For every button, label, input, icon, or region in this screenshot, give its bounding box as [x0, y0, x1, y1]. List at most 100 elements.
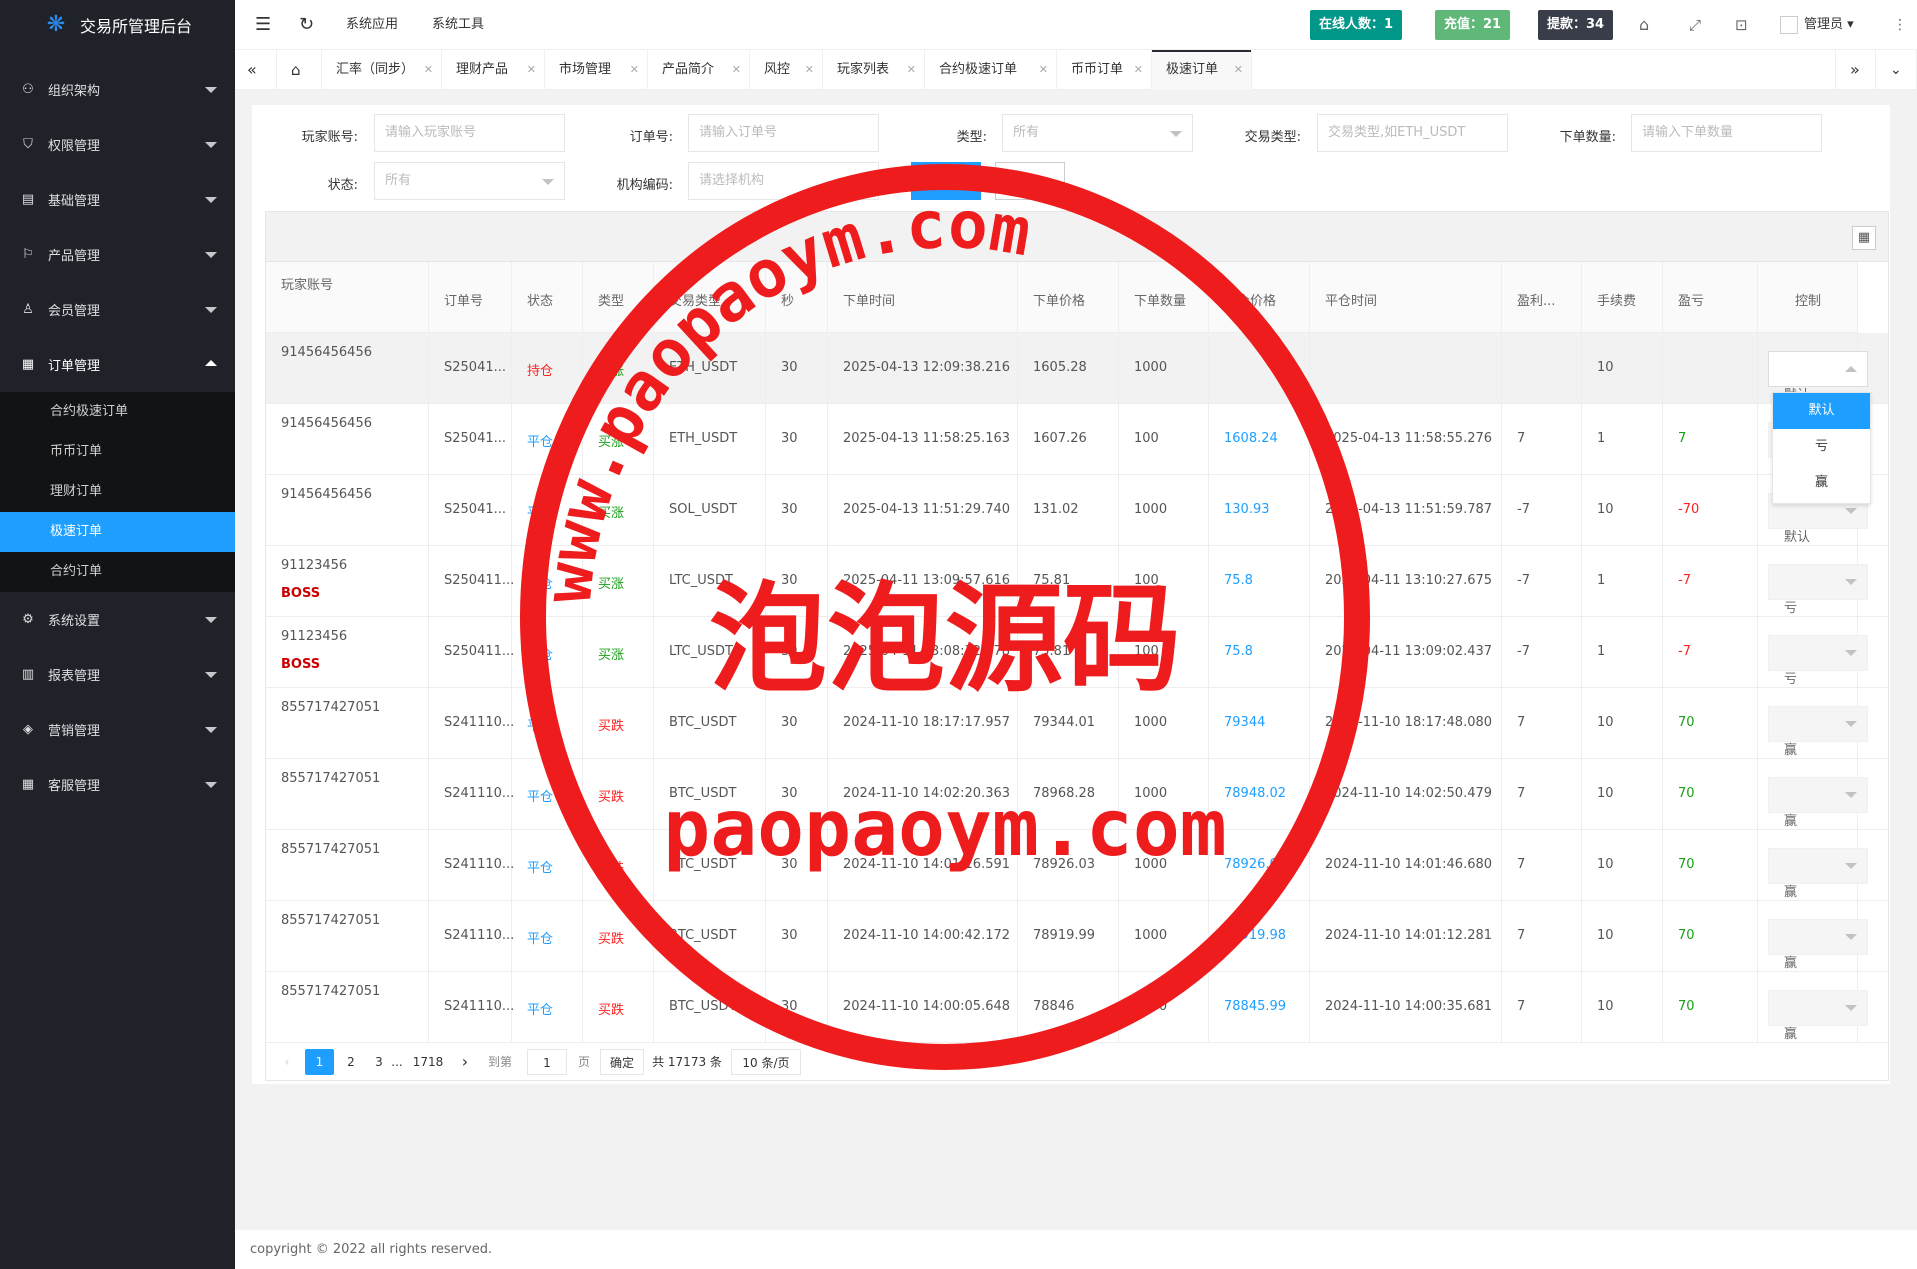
page-confirm-button[interactable]: 确定: [600, 1049, 644, 1075]
sidebar-item-product[interactable]: ⚐ 产品管理: [0, 227, 235, 282]
withdraw-badge[interactable]: 提款：34: [1538, 10, 1614, 40]
submenu-finance-order[interactable]: 理财订单: [0, 472, 235, 512]
control-select[interactable]: 亏: [1768, 635, 1868, 687]
column-header[interactable]: 玩家账号: [266, 262, 429, 333]
column-header[interactable]: 平仓时间: [1310, 262, 1502, 333]
tag-icon[interactable]: ⌂: [1639, 0, 1649, 50]
column-header[interactable]: 盈利...: [1502, 262, 1582, 333]
sidebar-item-order[interactable]: ▦ 订单管理: [0, 337, 235, 392]
close-icon[interactable]: ✕: [1234, 50, 1243, 90]
org-select[interactable]: 请选择机构: [688, 162, 879, 200]
menu-toggle-icon[interactable]: ☰: [255, 0, 271, 50]
table-row[interactable]: 855717427051 S241110... 平仓 买跌 BTC_USDT 30 2024…: [266, 759, 1888, 830]
column-header[interactable]: 手续费: [1582, 262, 1663, 333]
close-icon[interactable]: ✕: [424, 50, 433, 90]
tab-players[interactable]: 玩家列表 ✕: [823, 50, 925, 90]
control-select[interactable]: 赢: [1768, 848, 1868, 900]
tabs-menu-icon[interactable]: ⌄: [1876, 50, 1917, 90]
column-header[interactable]: 盈亏: [1663, 262, 1758, 333]
sidebar-item-base[interactable]: ▤ 基础管理: [0, 172, 235, 227]
close-icon[interactable]: ✕: [527, 50, 536, 90]
control-select[interactable]: 赢: [1768, 919, 1868, 971]
trade-type-input[interactable]: 交易类型,如ETH_USDT: [1317, 114, 1508, 152]
tab-risk[interactable]: 风控 ✕: [750, 50, 823, 90]
control-select[interactable]: 赢: [1768, 777, 1868, 829]
type-select[interactable]: 所有: [1002, 114, 1193, 152]
nav-system-tools[interactable]: 系统工具: [432, 0, 484, 50]
table-row[interactable]: 855717427051 S241110... 平仓 买跌 BTC_USDT 30 2024…: [266, 688, 1888, 759]
close-icon[interactable]: ✕: [1039, 50, 1048, 90]
lock-icon[interactable]: ⊡: [1735, 0, 1748, 50]
column-header[interactable]: 秒: [766, 262, 828, 333]
table-row[interactable]: 855717427051 S241110... 平仓 买跌 BTC_USDT 30 2024…: [266, 830, 1888, 901]
page-1[interactable]: 1: [305, 1049, 334, 1075]
status-select[interactable]: 所有: [374, 162, 565, 200]
more-icon[interactable]: ⋮: [1893, 0, 1907, 50]
table-row[interactable]: 91456456456 S25041... 持仓 买涨 ETH_USDT 30 2025-0…: [266, 333, 1888, 404]
control-select[interactable]: 赢: [1768, 990, 1868, 1042]
column-header[interactable]: 订单号: [429, 262, 512, 333]
sidebar-item-service[interactable]: ▦ 客服管理: [0, 757, 235, 812]
table-row[interactable]: 91123456 BOSS S250411... 平仓 买涨 LTC_USDT 30 2025…: [266, 546, 1888, 617]
sidebar-item-settings[interactable]: ⚙ 系统设置: [0, 592, 235, 647]
page-last[interactable]: 1718: [408, 1049, 448, 1075]
search-button[interactable]: [911, 162, 981, 200]
close-icon[interactable]: ✕: [732, 50, 741, 90]
fullscreen-icon[interactable]: ⤢: [1689, 0, 1701, 50]
column-header[interactable]: 交易类型: [654, 262, 766, 333]
reset-button[interactable]: [995, 162, 1065, 200]
sidebar-item-report[interactable]: ▥ 报表管理: [0, 647, 235, 702]
tabs-scroll-left-icon[interactable]: «: [235, 50, 277, 90]
qty-input[interactable]: 请输入下单数量: [1631, 114, 1822, 152]
close-icon[interactable]: ✕: [907, 50, 916, 90]
tab-coin-order[interactable]: 币币订单 ✕: [1057, 50, 1152, 90]
page-input[interactable]: 1: [527, 1049, 567, 1075]
submenu-contract-order[interactable]: 合约订单: [0, 552, 235, 592]
tabs-scroll-right-icon[interactable]: »: [1835, 50, 1876, 90]
column-header[interactable]: 下单价格: [1018, 262, 1119, 333]
tab-product-intro[interactable]: 产品简介 ✕: [648, 50, 750, 90]
order-input[interactable]: 请输入订单号: [688, 114, 879, 152]
option-default[interactable]: 默认: [1773, 393, 1870, 429]
prev-page-icon[interactable]: ‹: [277, 1049, 297, 1075]
sidebar-item-permission[interactable]: ⛉ 权限管理: [0, 117, 235, 172]
submenu-fast-order[interactable]: 极速订单: [0, 512, 235, 552]
tab-fast-order[interactable]: 极速订单 ✕: [1152, 50, 1252, 90]
online-count-badge[interactable]: 在线人数：1: [1310, 10, 1403, 40]
column-header[interactable]: 平仓价格: [1209, 262, 1310, 333]
tab-rate[interactable]: 汇率（同步） ✕: [322, 50, 442, 90]
column-header[interactable]: 控制: [1758, 262, 1858, 333]
column-header[interactable]: 下单数量: [1119, 262, 1209, 333]
column-header[interactable]: 状态: [512, 262, 583, 333]
column-header[interactable]: 类型: [583, 262, 654, 333]
refresh-icon[interactable]: ↻: [299, 0, 314, 50]
close-icon[interactable]: ✕: [1134, 50, 1143, 90]
tab-market[interactable]: 市场管理 ✕: [545, 50, 648, 90]
table-row[interactable]: 91123456 BOSS S250411... 平仓 买涨 LTC_USDT 30 2025…: [266, 617, 1888, 688]
sidebar-item-marketing[interactable]: ◈ 营销管理: [0, 702, 235, 757]
close-icon[interactable]: ✕: [630, 50, 639, 90]
player-input[interactable]: 请输入玩家账号: [374, 114, 565, 152]
per-page-select[interactable]: 10 条/页: [731, 1049, 801, 1075]
tab-finance-product[interactable]: 理财产品 ✕: [442, 50, 545, 90]
recharge-badge[interactable]: 充值：21: [1435, 10, 1511, 40]
user-menu[interactable]: 管理员 ▾: [1780, 0, 1854, 50]
option-lose[interactable]: 亏: [1773, 429, 1870, 465]
option-win[interactable]: 赢: [1773, 465, 1870, 501]
control-select[interactable]: 亏: [1768, 564, 1868, 616]
submenu-coin-order[interactable]: 币币订单: [0, 432, 235, 472]
control-select[interactable]: 赢: [1768, 706, 1868, 758]
next-page-icon[interactable]: ›: [455, 1049, 475, 1075]
column-header[interactable]: 下单时间: [828, 262, 1018, 333]
columns-filter-icon[interactable]: ▦: [1852, 226, 1876, 250]
table-row[interactable]: 91456456456 S25041... 平仓 买涨 SOL_USDT 30 2025-0…: [266, 475, 1888, 546]
sidebar-item-member[interactable]: ♙ 会员管理: [0, 282, 235, 337]
close-icon[interactable]: ✕: [805, 50, 814, 90]
sidebar-item-org[interactable]: ⚇ 组织架构: [0, 62, 235, 117]
control-select[interactable]: 默认: [1768, 351, 1868, 403]
page-2[interactable]: 2: [338, 1049, 364, 1075]
home-tab-icon[interactable]: ⌂: [277, 50, 322, 90]
submenu-contract-fast[interactable]: 合约极速订单: [0, 392, 235, 432]
tab-contract-fast[interactable]: 合约极速订单 ✕: [925, 50, 1057, 90]
nav-system-apps[interactable]: 系统应用: [346, 0, 398, 50]
